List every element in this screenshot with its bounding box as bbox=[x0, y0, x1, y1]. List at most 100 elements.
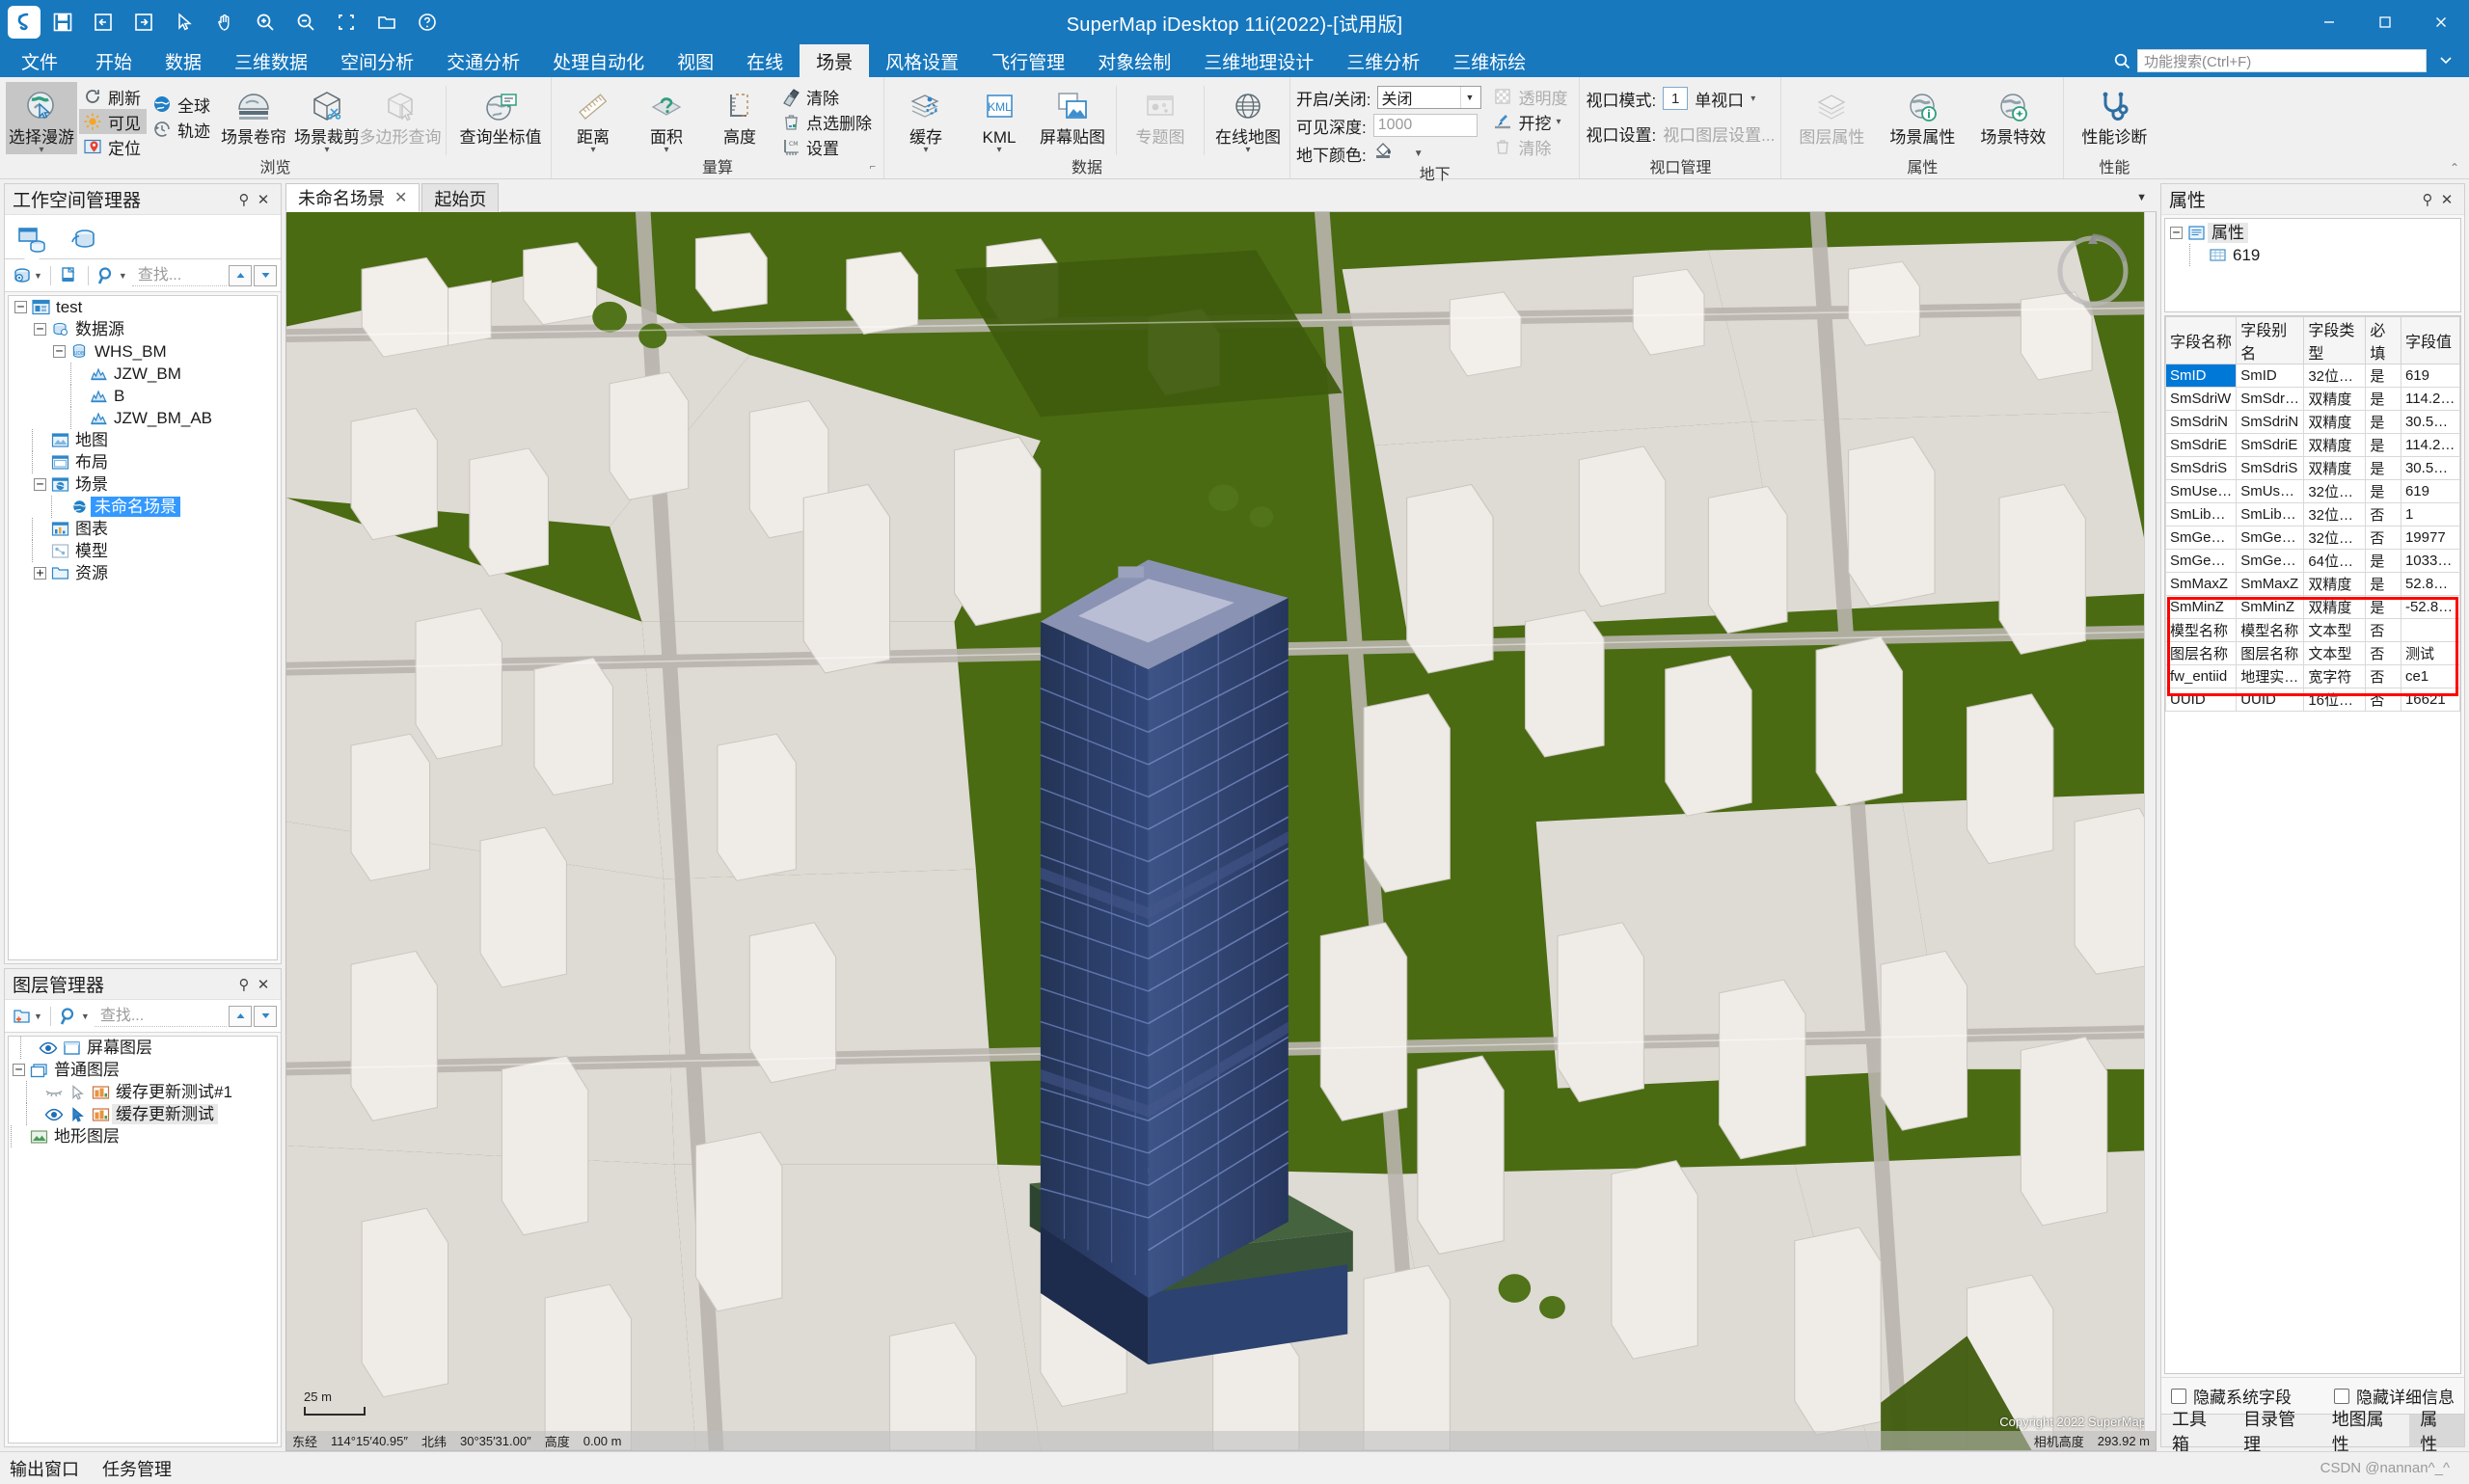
ribbon-tab-flight[interactable]: 飞行管理 bbox=[975, 44, 1081, 77]
column-header-field-value[interactable]: 字段值 bbox=[2400, 316, 2460, 364]
layer-node-cache-update-test[interactable]: 缓存更新测试 bbox=[9, 1103, 277, 1126]
expander-toggle[interactable]: + bbox=[32, 562, 48, 584]
chevron-down-icon[interactable]: ▼ bbox=[119, 271, 127, 281]
chevron-down-icon[interactable]: ▾ bbox=[664, 146, 668, 155]
chevron-down-icon[interactable]: ▾ bbox=[996, 146, 1001, 155]
ribbon-tab-online[interactable]: 在线 bbox=[730, 44, 800, 77]
ribbon-collapse-icon[interactable] bbox=[2432, 53, 2459, 68]
ribbon-button-clear-underground[interactable]: 清除 bbox=[1489, 134, 1573, 159]
minimize-button[interactable] bbox=[2301, 0, 2357, 44]
restore-button[interactable] bbox=[2357, 0, 2413, 44]
select-arrow-icon[interactable] bbox=[166, 4, 203, 40]
ribbon-tab-spatial-analysis[interactable]: 空间分析 bbox=[324, 44, 430, 77]
chevron-down-icon[interactable]: ▾ bbox=[1750, 94, 1755, 104]
scene-vertical-scrollbar[interactable] bbox=[2144, 212, 2156, 1431]
ribbon-button-cache[interactable]: 缓存 ▾ bbox=[890, 82, 962, 155]
bottom-tab-map-properties[interactable]: 地图属性 bbox=[2321, 1410, 2410, 1454]
ribbon-tab-object-draw[interactable]: 对象绘制 bbox=[1081, 44, 1187, 77]
ribbon-button-refresh[interactable]: 刷新 bbox=[79, 84, 147, 109]
column-header-required[interactable]: 必填 bbox=[2365, 316, 2401, 364]
properties-tree-node-root[interactable]: − 属性 bbox=[2168, 222, 2457, 244]
hide-details-checkbox[interactable]: 隐藏详细信息 bbox=[2334, 1384, 2455, 1408]
tree-node-charts[interactable]: 图表 bbox=[9, 518, 277, 540]
table-row[interactable]: SmUserID SmUserID 32位整型 是 619 bbox=[2165, 479, 2460, 503]
selectable-arrow-on-icon[interactable] bbox=[66, 1103, 89, 1125]
layer-node-cache-update-test-1[interactable]: 缓存更新测试#1 bbox=[9, 1081, 277, 1104]
ribbon-button-layer-properties[interactable]: 图层属性 bbox=[1787, 82, 1876, 147]
chevron-down-icon[interactable]: ▼ bbox=[81, 1012, 90, 1021]
ribbon-tab-3d-geo-design[interactable]: 三维地理设计 bbox=[1187, 44, 1330, 77]
ribbon-button-globe[interactable]: 全球 bbox=[149, 92, 216, 117]
full-extent-icon[interactable] bbox=[328, 4, 365, 40]
ribbon-minimize-icon[interactable]: ⌃ bbox=[2450, 161, 2459, 175]
chevron-down-icon[interactable]: ▼ bbox=[34, 1012, 42, 1021]
chevron-down-icon[interactable]: ▾ bbox=[1556, 117, 1560, 127]
layer-tree[interactable]: 屏幕图层 − 普通图层 缓存更新测试#1 缓存更新测试 地形图层 bbox=[8, 1036, 278, 1444]
table-row[interactable]: SmMaxZ SmMaxZ 双精度 是 52.88396320... bbox=[2165, 572, 2460, 596]
ribbon-tab-3d-analysis[interactable]: 三维分析 bbox=[1330, 44, 1436, 77]
tree-node-scenes[interactable]: − 场景 bbox=[9, 473, 277, 496]
chevron-down-icon[interactable]: ▼ bbox=[1460, 87, 1478, 108]
table-row[interactable]: SmGeom... SmGeom... 32位整型 否 19977 bbox=[2165, 526, 2460, 550]
ribbon-button-online-map[interactable]: 在线地图 ▾ bbox=[1212, 82, 1284, 155]
close-icon[interactable]: ✕ bbox=[394, 188, 407, 207]
zoom-in-icon[interactable] bbox=[247, 4, 284, 40]
close-button[interactable] bbox=[2413, 0, 2469, 44]
document-tab-start-page[interactable]: 起始页 bbox=[421, 183, 500, 212]
status-bar-task-manager[interactable]: 任务管理 bbox=[102, 1456, 172, 1481]
search-button[interactable]: ▼ bbox=[56, 1004, 93, 1029]
datasource-tab-icon[interactable] bbox=[65, 220, 103, 258]
dialog-launcher-icon[interactable]: ⌐ bbox=[870, 157, 876, 176]
underground-depth-input[interactable]: 1000 bbox=[1372, 114, 1478, 137]
bottom-tab-catalog[interactable]: 目录管理 bbox=[2233, 1410, 2321, 1454]
ribbon-button-thematic-map[interactable]: 专题图 bbox=[1125, 82, 1196, 147]
ribbon-tab-view[interactable]: 视图 bbox=[661, 44, 730, 77]
close-icon[interactable]: ✕ bbox=[254, 975, 273, 994]
ribbon-button-clear-measure[interactable]: 清除 bbox=[777, 84, 878, 109]
help-icon[interactable] bbox=[409, 4, 446, 40]
ribbon-tab-traffic-analysis[interactable]: 交通分析 bbox=[430, 44, 536, 77]
layer-node-terrain-layer[interactable]: 地形图层 bbox=[9, 1125, 277, 1148]
table-row[interactable]: SmID SmID 32位整型 是 619 bbox=[2165, 364, 2460, 388]
new-file-button[interactable] bbox=[56, 263, 83, 288]
viewport-layer-settings-link[interactable]: 视口图层设置... bbox=[1663, 121, 1775, 146]
ribbon-button-distance[interactable]: 距离 ▾ bbox=[557, 82, 629, 155]
expander-toggle[interactable]: − bbox=[13, 296, 29, 318]
ribbon-button-scene-effects[interactable]: 场景特效 bbox=[1968, 82, 2057, 147]
eye-visible-icon[interactable] bbox=[37, 1037, 60, 1059]
ribbon-button-select-roam[interactable]: 选择漫游 ▾ bbox=[6, 82, 77, 155]
ribbon-button-scene-properties[interactable]: 场景属性 bbox=[1878, 82, 1967, 147]
selectable-arrow-off-icon[interactable] bbox=[66, 1081, 89, 1103]
table-row[interactable]: 图层名称 图层名称 文本型 否 测试 bbox=[2165, 641, 2460, 665]
chevron-down-icon[interactable]: ▾ bbox=[1245, 146, 1250, 155]
status-bar-output-window[interactable]: 输出窗口 bbox=[10, 1456, 79, 1481]
attribute-grid[interactable]: 字段名称 字段别名 字段类型 必填 字段值 SmID SmID 32位整型 是 … bbox=[2164, 315, 2461, 1374]
workspace-view-button[interactable]: ▼ bbox=[9, 263, 45, 288]
ribbon-button-area[interactable]: 面积 ▾ bbox=[631, 82, 702, 155]
table-row[interactable]: SmGeoPo... SmGeoPo... 64位整型 是 103317504 bbox=[2165, 549, 2460, 573]
ribbon-button-measure-settings[interactable]: CM 设置 bbox=[777, 134, 878, 159]
tree-node-maps[interactable]: 地图 bbox=[9, 429, 277, 451]
expander-toggle[interactable]: − bbox=[11, 1059, 27, 1081]
table-row[interactable]: SmSdriE SmSdriE 双精度 是 114.2603520... bbox=[2165, 433, 2460, 457]
zoom-out-icon[interactable] bbox=[287, 4, 324, 40]
document-tab-menu-icon[interactable]: ▼ bbox=[2127, 183, 2157, 212]
ribbon-button-excavate[interactable]: 开挖 ▾ bbox=[1489, 109, 1573, 134]
properties-tree-node-record[interactable]: 619 bbox=[2168, 244, 2457, 266]
compass-icon[interactable] bbox=[2051, 229, 2134, 312]
ribbon-tab-file[interactable]: 文件 bbox=[0, 44, 79, 77]
properties-tree[interactable]: − 属性 619 bbox=[2164, 218, 2461, 312]
workspace-tree[interactable]: − test − 数据源 − UDB WHS_BM JZW_BM B JZW_B… bbox=[8, 295, 278, 961]
table-row[interactable]: 模型名称 模型名称 文本型 否 bbox=[2165, 618, 2460, 642]
ribbon-button-pick-delete[interactable]: 点选删除 bbox=[777, 109, 878, 134]
column-header-field-alias[interactable]: 字段别名 bbox=[2236, 316, 2305, 364]
ribbon-button-performance-diagnosis[interactable]: 性能诊断 bbox=[2070, 82, 2158, 147]
bottom-tab-toolbox[interactable]: 工具箱 bbox=[2161, 1410, 2233, 1454]
ribbon-button-scene-clip[interactable]: 场景裁剪 ▾ bbox=[291, 82, 363, 155]
close-icon[interactable]: ✕ bbox=[2437, 190, 2456, 209]
chevron-down-icon[interactable]: ▾ bbox=[923, 146, 928, 155]
table-row[interactable]: UUID UUID 16位整型 否 16621 bbox=[2165, 688, 2460, 712]
tree-node-datasource-whs-bm[interactable]: − UDB WHS_BM bbox=[9, 340, 277, 363]
layer-node-normal-layers[interactable]: − 普通图层 bbox=[9, 1059, 277, 1081]
tree-node-workspace-test[interactable]: − test bbox=[9, 296, 277, 318]
